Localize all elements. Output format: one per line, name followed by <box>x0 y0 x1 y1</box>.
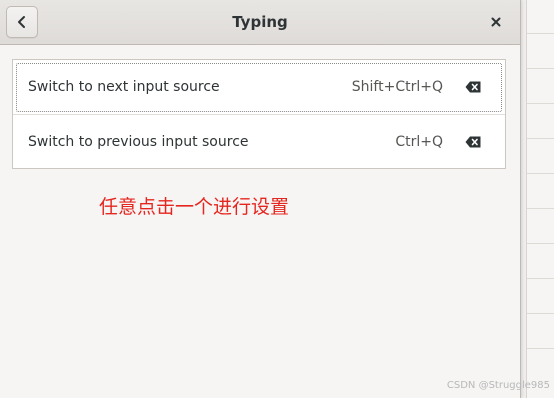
background-divider <box>527 173 554 174</box>
background-divider <box>527 243 554 244</box>
clear-shortcut-button[interactable] <box>461 132 485 152</box>
backspace-clear-icon <box>465 136 481 148</box>
shortcut-row-next-input-source[interactable]: Switch to next input source Shift+Ctrl+Q <box>13 60 505 114</box>
background-window-strip <box>526 0 554 398</box>
watermark: CSDN @Struggle985 <box>446 380 550 391</box>
backspace-clear-icon <box>465 81 481 93</box>
background-divider <box>527 138 554 139</box>
shortcut-label: Switch to next input source <box>28 79 220 95</box>
background-divider <box>527 33 554 34</box>
shortcut-accelerator: Ctrl+Q <box>395 134 443 150</box>
shortcut-accelerator: Shift+Ctrl+Q <box>351 79 443 95</box>
shortcut-label: Switch to previous input source <box>28 134 249 150</box>
background-divider <box>527 103 554 104</box>
shortcut-row-previous-input-source[interactable]: Switch to previous input source Ctrl+Q <box>13 115 505 169</box>
clear-shortcut-button[interactable] <box>461 77 485 97</box>
background-divider <box>527 278 554 279</box>
background-divider <box>527 348 554 349</box>
background-divider <box>527 208 554 209</box>
annotation-text: 任意点击一个进行设置 <box>99 196 290 218</box>
header-bar: Typing <box>0 0 520 45</box>
dialog-title: Typing <box>232 13 288 31</box>
background-divider <box>527 68 554 69</box>
typing-dialog: Typing Switch to next input source Shift… <box>0 0 521 398</box>
shortcut-list: Switch to next input source Shift+Ctrl+Q… <box>12 59 506 169</box>
background-divider <box>527 313 554 314</box>
close-button[interactable] <box>484 10 508 34</box>
close-icon <box>491 17 501 27</box>
